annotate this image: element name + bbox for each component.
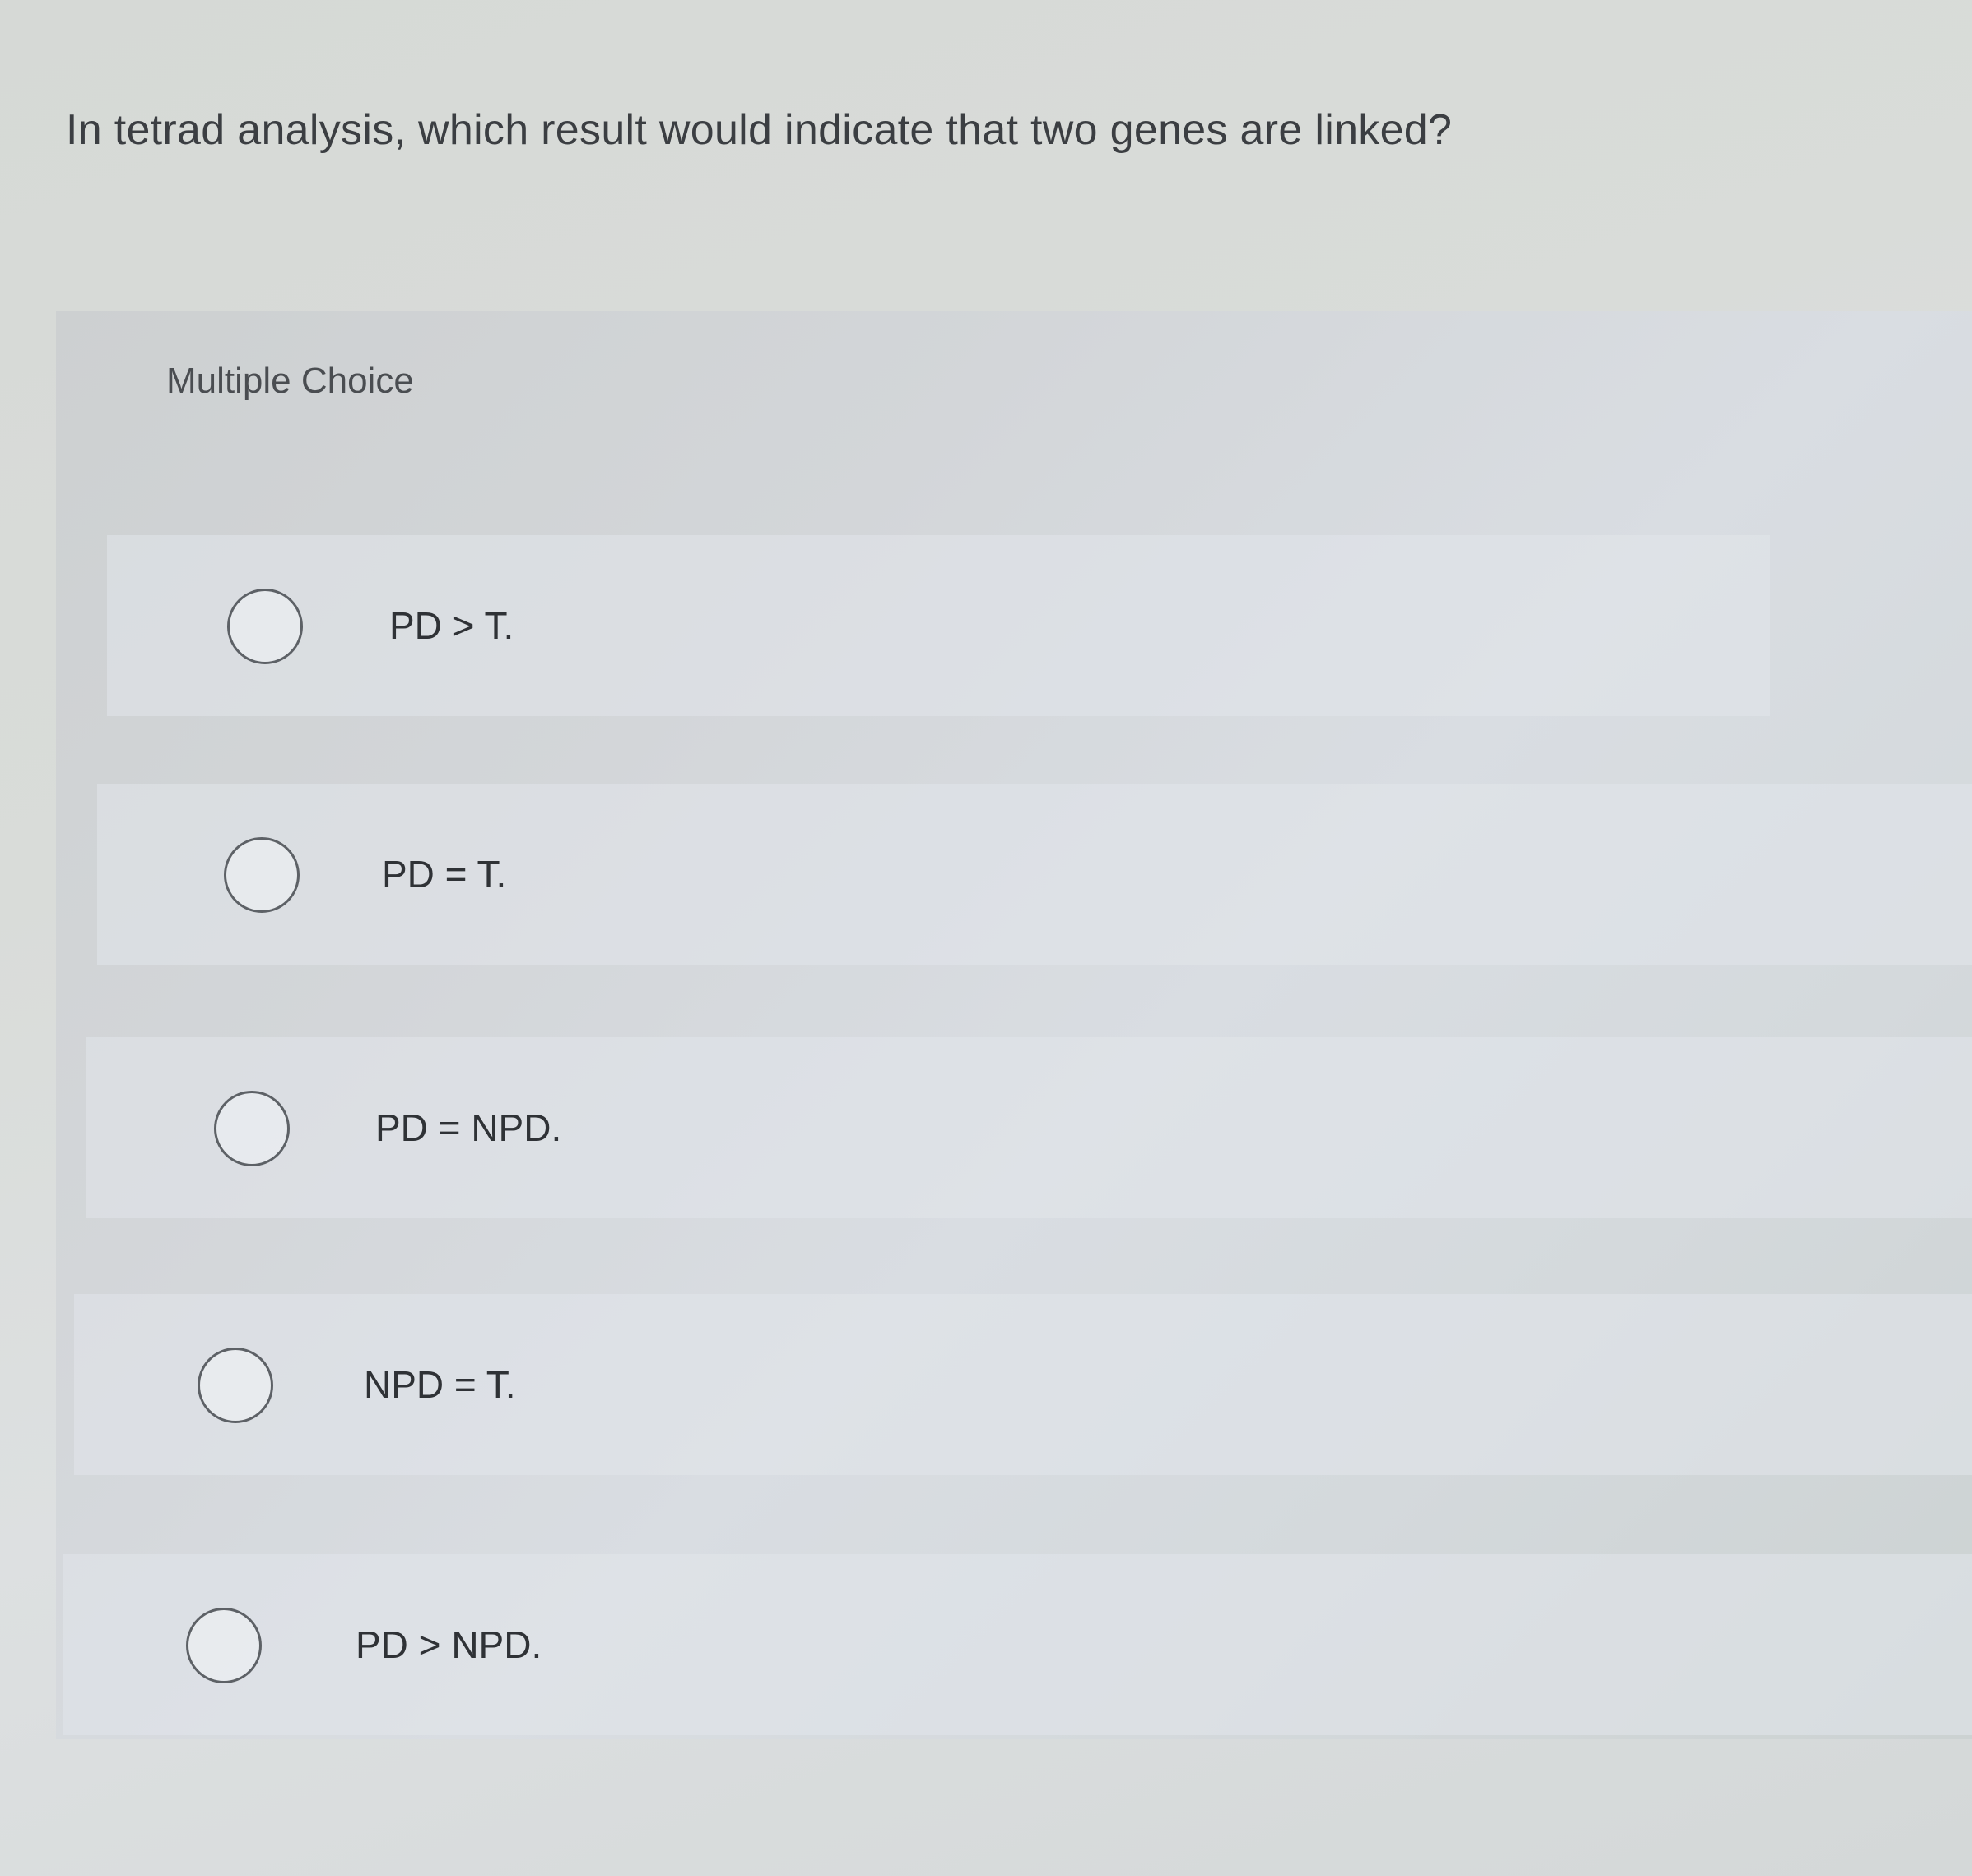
question-text: In tetrad analysis, which result would i… xyxy=(66,106,1453,154)
radio-button-icon[interactable] xyxy=(186,1608,262,1683)
multiple-choice-label: Multiple Choice xyxy=(166,361,414,401)
radio-button-icon[interactable] xyxy=(224,837,300,913)
multiple-choice-panel: Multiple Choice PD > T. PD = T. PD = NPD… xyxy=(56,311,1972,1739)
answer-option-text: PD > T. xyxy=(389,604,514,647)
answer-option-5[interactable]: PD > NPD. xyxy=(63,1554,1972,1735)
answer-option-3[interactable]: PD = NPD. xyxy=(86,1037,1972,1218)
answer-option-2[interactable]: PD = T. xyxy=(97,784,1972,965)
radio-button-icon[interactable] xyxy=(198,1348,273,1423)
answer-option-text: PD = T. xyxy=(382,853,507,896)
answer-option-text: PD > NPD. xyxy=(356,1623,542,1666)
answer-option-1[interactable]: PD > T. xyxy=(107,535,1770,716)
radio-button-icon[interactable] xyxy=(227,589,303,664)
answer-option-text: PD = NPD. xyxy=(375,1106,562,1149)
radio-button-icon[interactable] xyxy=(214,1091,290,1166)
answer-option-text: NPD = T. xyxy=(364,1363,516,1406)
answer-option-4[interactable]: NPD = T. xyxy=(74,1294,1972,1475)
